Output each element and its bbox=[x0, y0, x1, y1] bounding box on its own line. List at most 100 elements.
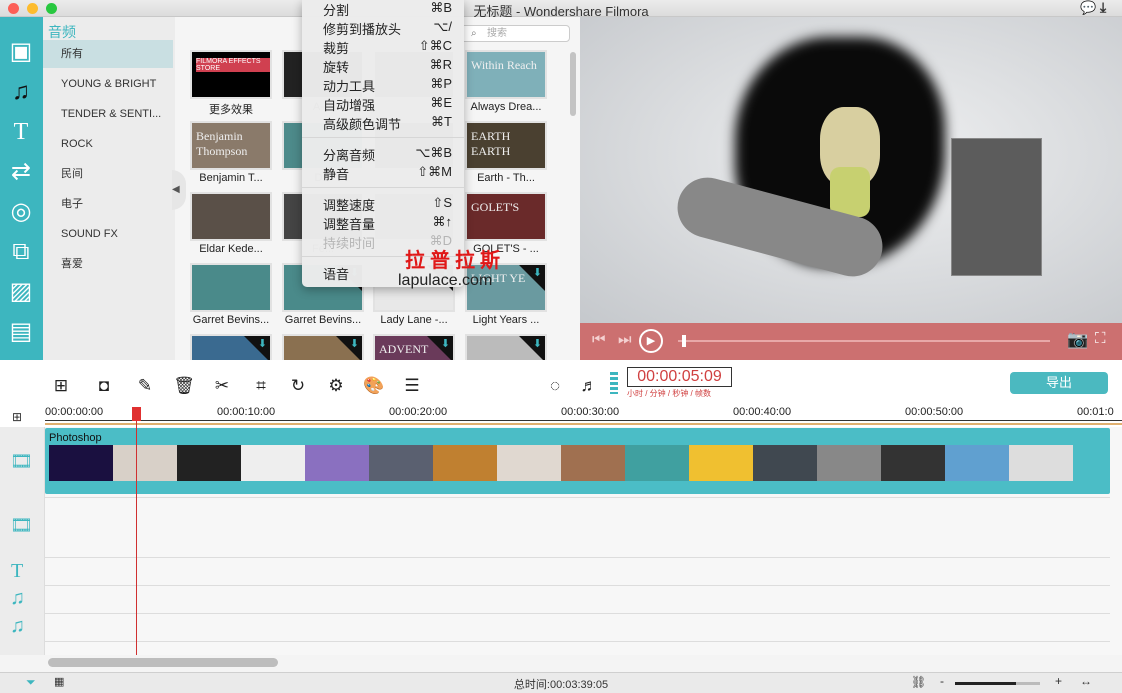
audio-mixer-icon[interactable]: ♬ bbox=[578, 375, 600, 397]
adjust-icon[interactable]: ☰ bbox=[401, 375, 423, 397]
download-badge-icon[interactable]: ⬇ bbox=[244, 336, 270, 362]
menu-item-shortcut: ⌘E bbox=[430, 95, 452, 110]
text-icon[interactable]: T bbox=[6, 117, 36, 147]
menu-item[interactable]: 旋转 ⌘R bbox=[302, 57, 464, 76]
library-item-label: Earth - Th... bbox=[477, 172, 535, 184]
library-item-label: Light Years ... bbox=[472, 314, 540, 326]
text-track-icon[interactable]: T bbox=[11, 560, 23, 583]
category-item[interactable]: 喜爱 bbox=[43, 250, 173, 278]
category-item[interactable]: TENDER & SENTI... bbox=[43, 100, 173, 128]
download-icon[interactable]: ⤓ bbox=[1100, 0, 1106, 16]
menu-item[interactable]: 高级颜色调节 ⌘T bbox=[302, 114, 464, 133]
fullscreen-icon[interactable]: ⛶ bbox=[1095, 330, 1106, 347]
clip-frame bbox=[177, 445, 241, 481]
export-button[interactable]: 导出 bbox=[1010, 372, 1108, 394]
library-item-thumbnail[interactable] bbox=[190, 192, 272, 241]
clip-frame bbox=[369, 445, 433, 481]
menu-item-label: 调整速度 bbox=[323, 198, 376, 213]
menu-item[interactable]: 调整速度 ⇧S bbox=[302, 195, 464, 214]
download-badge-icon[interactable]: ⬇ bbox=[519, 336, 545, 362]
menu-item-label: 持续时间 bbox=[323, 236, 376, 251]
playback-slider[interactable] bbox=[678, 340, 1050, 342]
crop-icon[interactable]: ⌗ bbox=[250, 375, 272, 397]
timeline-scrollbar[interactable] bbox=[48, 658, 278, 667]
filter-icon[interactable]: ◎ bbox=[6, 197, 36, 227]
fit-timeline-icon[interactable]: ↔ bbox=[1080, 674, 1092, 688]
speed-icon[interactable]: ◌ bbox=[544, 375, 566, 397]
menu-item-label: 旋转 bbox=[323, 60, 350, 75]
playback-slider-handle[interactable] bbox=[681, 335, 686, 347]
play-button[interactable]: ▶ bbox=[639, 329, 663, 353]
color-icon[interactable]: 🎨 bbox=[363, 375, 385, 397]
menu-item[interactable]: 调整音量 ⌘↑ bbox=[302, 214, 464, 233]
track-headers: 🎞 🎞 T ♫ ♫ bbox=[0, 427, 45, 655]
library-item-thumbnail[interactable]: Within Reach bbox=[465, 50, 547, 99]
delete-icon[interactable]: 🗑 bbox=[173, 375, 195, 397]
overlay-icon[interactable]: ⧉ bbox=[6, 237, 36, 267]
library-item-thumbnail[interactable]: Benjamin Thompson bbox=[190, 121, 272, 170]
split-screen-icon[interactable]: ▤ bbox=[6, 317, 36, 347]
next-frame-icon[interactable]: ⏭ bbox=[618, 331, 632, 348]
snapshot-icon[interactable]: 📷 bbox=[1067, 330, 1088, 350]
library-item-label: 更多效果 bbox=[209, 104, 253, 116]
menu-item[interactable]: 动力工具 ⌘P bbox=[302, 76, 464, 95]
previous-icon[interactable]: ⏮ bbox=[592, 331, 606, 348]
menu-item-label: 分离音频 bbox=[323, 148, 376, 163]
category-item[interactable]: SOUND FX bbox=[43, 220, 173, 248]
library-item-thumbnail[interactable]: GOLET'S bbox=[465, 192, 547, 241]
transition-icon[interactable]: ⇄ bbox=[6, 157, 36, 187]
library-item-thumbnail[interactable]: EARTH EARTH bbox=[465, 121, 547, 170]
feedback-icon[interactable]: 💬 bbox=[1080, 0, 1096, 16]
rotate-icon[interactable]: ↻ bbox=[287, 375, 309, 397]
video-track-icon[interactable]: 🎞 bbox=[10, 451, 33, 472]
clip-frame bbox=[561, 445, 625, 481]
menu-item[interactable]: 修剪到播放头 ⌥/ bbox=[302, 19, 464, 38]
download-badge-icon[interactable]: ⬇ bbox=[519, 265, 545, 291]
download-badge-icon[interactable]: ⬇ bbox=[336, 336, 362, 362]
settings-icon[interactable]: ⚙ bbox=[325, 375, 347, 397]
search-placeholder: 搜索 bbox=[487, 28, 507, 39]
zoom-in-button[interactable]: + bbox=[1055, 674, 1062, 688]
media-icon[interactable]: ▣ bbox=[6, 37, 36, 67]
collapse-panel-handle[interactable]: ◀ bbox=[172, 170, 186, 210]
category-item[interactable]: 电子 bbox=[43, 190, 173, 218]
link-icon[interactable]: ⛓ bbox=[911, 675, 926, 689]
music-track-icon[interactable]: ♫ bbox=[10, 587, 25, 610]
zoom-out-button[interactable]: - bbox=[940, 674, 944, 688]
menu-item-label: 语音 bbox=[323, 267, 350, 282]
library-item-label: Always Drea... bbox=[470, 101, 542, 113]
status-bar: ⏷ ▦ 总时间:00:03:39:05 ⛓ - + ↔ bbox=[0, 672, 1122, 693]
category-item[interactable]: YOUNG & BRIGHT bbox=[43, 70, 173, 98]
watermark-en: lapulace.com bbox=[398, 272, 493, 289]
menu-item[interactable]: 裁剪 ⇧⌘C bbox=[302, 38, 464, 57]
library-scrollbar[interactable] bbox=[570, 52, 576, 116]
menu-item[interactable]: 分离音频 ⌥⌘B bbox=[302, 145, 464, 164]
split-icon[interactable]: ✂ bbox=[211, 375, 233, 397]
add-track-button[interactable]: ⊞ bbox=[12, 410, 22, 424]
clip-frame bbox=[625, 445, 689, 481]
image-icon[interactable]: ▨ bbox=[6, 277, 36, 307]
edit-icon[interactable]: ✎ bbox=[134, 375, 156, 397]
category-item[interactable]: ROCK bbox=[43, 130, 173, 158]
playhead[interactable] bbox=[132, 407, 142, 655]
download-badge-icon[interactable]: ⬇ bbox=[427, 336, 453, 362]
video-clip[interactable]: Photoshop bbox=[45, 428, 1110, 494]
search-input[interactable]: ⌕ 搜索 bbox=[460, 25, 570, 42]
zoom-slider[interactable] bbox=[955, 682, 1040, 685]
timecode-display[interactable]: 00:00:05:09 bbox=[627, 367, 732, 387]
menu-item[interactable]: 分割 ⌘B bbox=[302, 0, 464, 19]
record-icon[interactable]: ◘ bbox=[93, 375, 115, 397]
menu-item[interactable]: 静音 ⇧⌘M bbox=[302, 164, 464, 183]
category-item[interactable]: 民间 bbox=[43, 160, 173, 188]
menu-item-shortcut: ⌘↑ bbox=[432, 214, 453, 229]
add-track-icon[interactable]: ⊞ bbox=[50, 375, 72, 397]
music-icon[interactable]: ♫ bbox=[6, 77, 36, 107]
library-item-thumbnail[interactable]: FILMORA EFFECTS STORE bbox=[190, 50, 272, 99]
clip-frame bbox=[49, 445, 113, 481]
menu-item[interactable]: 自动增强 ⌘E bbox=[302, 95, 464, 114]
preview-properties-panel bbox=[951, 138, 1042, 276]
library-item-thumbnail[interactable] bbox=[190, 263, 272, 312]
music-track-2-icon[interactable]: ♫ bbox=[10, 615, 25, 638]
category-item[interactable]: 所有 bbox=[43, 40, 173, 68]
overlay-track-icon[interactable]: 🎞 bbox=[10, 515, 33, 536]
